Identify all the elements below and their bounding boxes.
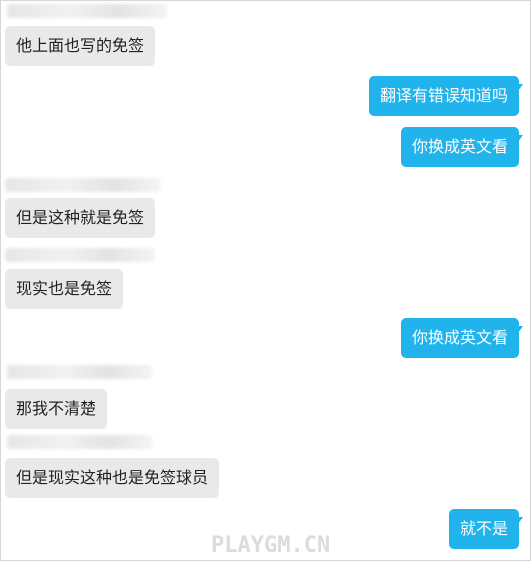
bubble-tail <box>518 517 523 524</box>
message-bubble-outgoing: 就不是 <box>448 509 519 549</box>
sender-name-blurred <box>7 4 167 18</box>
message-bubble-incoming: 但是现实这种也是免签球员 <box>5 458 220 498</box>
sender-name-blurred <box>5 178 160 192</box>
watermark: PLAYGM.CN <box>211 533 331 558</box>
message-bubble-incoming: 那我不清楚 <box>5 389 108 429</box>
bubble-tail <box>518 84 523 91</box>
message-bubble-incoming: 现实也是免签 <box>5 269 124 309</box>
chat-window: 他上面也写的免签 翻译有错误知道吗 你换成英文看 但是这种就是免签 现实也是免签… <box>0 0 531 561</box>
message-bubble-outgoing: 你换成英文看 <box>400 318 519 358</box>
sender-name-blurred <box>7 365 152 379</box>
message-bubble-incoming: 但是这种就是免签 <box>5 198 156 238</box>
message-bubble-outgoing: 你换成英文看 <box>400 127 519 167</box>
message-bubble-outgoing: 翻译有错误知道吗 <box>368 76 519 116</box>
sender-name-blurred <box>5 248 155 262</box>
sender-name-blurred <box>7 435 152 449</box>
bubble-tail <box>518 135 523 142</box>
bubble-tail <box>518 326 523 333</box>
message-bubble-incoming: 他上面也写的免签 <box>5 26 156 66</box>
